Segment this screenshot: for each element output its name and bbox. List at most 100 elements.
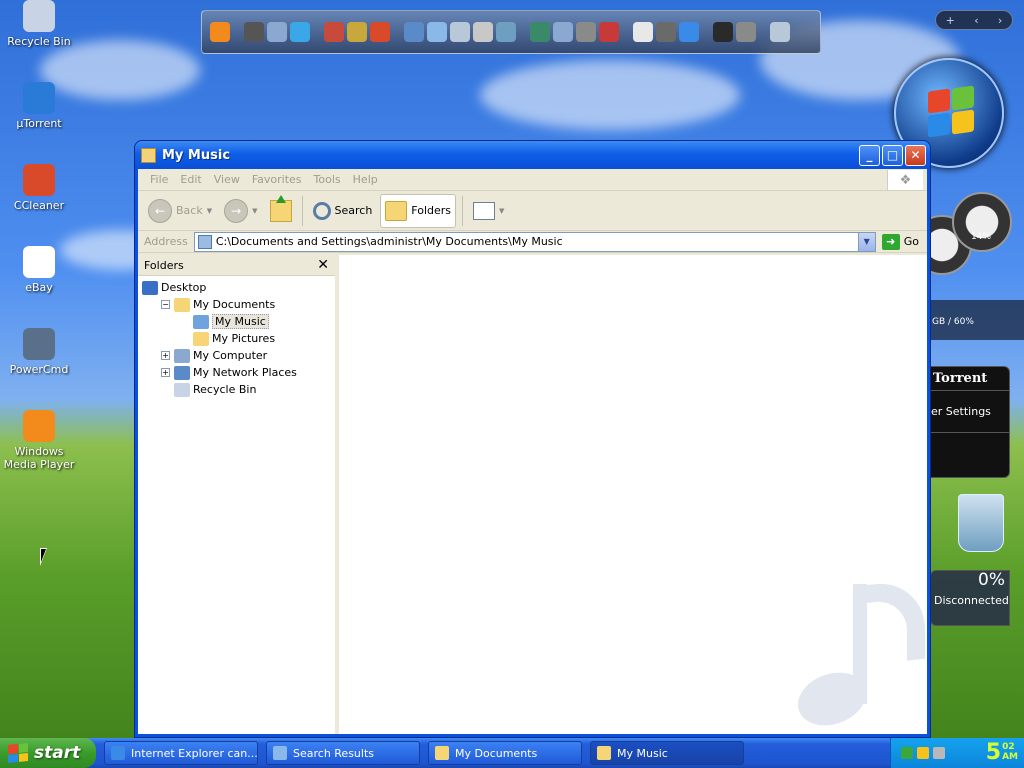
tree-item-label: My Network Places [193,366,297,379]
folders-button[interactable]: Folders [380,193,457,228]
tree-item[interactable]: + My Network Places [138,364,335,381]
volume-tray-icon[interactable] [917,747,929,759]
dock-app-icon[interactable] [496,22,516,42]
dock-app-icon[interactable] [473,22,493,42]
dock-app-icon[interactable] [347,22,367,42]
title-bar[interactable]: My Music _ □ ✕ [135,141,930,169]
views-icon [473,201,496,220]
sidebar-prev-button[interactable]: ‹ [974,14,978,27]
dock-app-icon[interactable] [404,22,424,42]
close-icon[interactable]: ✕ [317,257,329,273]
views-button[interactable]: ▼ [469,194,508,228]
maximize-button[interactable]: □ [882,144,903,166]
ccleaner-icon [23,164,55,196]
taskbar-button-label: Internet Explorer can... [131,746,258,760]
folder-icon [174,365,190,380]
dock-app-icon[interactable] [530,22,550,42]
dock-app-icon[interactable] [450,22,470,42]
taskbar-app-icon [111,746,125,760]
menu-help[interactable]: Help [347,173,384,186]
desktop-shortcut-label: eBay [25,281,53,294]
back-button[interactable]: ← Back ▼ [144,194,216,228]
chevron-down-icon[interactable]: ▼ [207,207,212,215]
tree-item[interactable]: Desktop [138,279,335,296]
folders-icon [385,200,408,221]
menu-tools[interactable]: Tools [308,173,347,186]
expand-icon[interactable]: + [161,368,170,377]
tree-item[interactable]: + My Computer [138,347,335,364]
dock-app-icon[interactable] [427,22,447,42]
desktop-shortcut[interactable]: Windows Media Player [0,410,78,471]
network-tray-icon[interactable] [901,747,913,759]
dock-app-icon[interactable] [633,22,653,42]
desktop-shortcut[interactable]: PowerCmd [0,328,78,376]
tools-tray-icon[interactable] [933,747,945,759]
file-list-pane[interactable] [339,255,927,734]
dock-app-icon[interactable] [599,22,619,42]
gauge-percent: 14% [971,232,992,242]
dock-app-icon[interactable] [713,22,733,42]
utorrent-settings-item[interactable]: er Settings [931,391,1009,433]
sidebar-add-button[interactable]: + [946,14,955,27]
dock-app-icon[interactable] [244,22,264,42]
search-button[interactable]: Search [309,194,377,228]
tree-item[interactable]: My Pictures [138,330,335,347]
taskbar-button[interactable]: My Documents [428,741,582,765]
dock-app-icon[interactable] [290,22,310,42]
dock-app-icon[interactable] [576,22,596,42]
search-icon [312,201,331,220]
toolbar-separator [301,195,303,226]
address-bar: Address C:\Documents and Settings\admini… [138,231,927,253]
tree-item[interactable]: My Music [138,313,335,330]
up-button[interactable] [266,194,296,228]
dock-app-icon[interactable] [679,22,699,42]
menu-favorites[interactable]: Favorites [246,173,308,186]
menu-edit[interactable]: Edit [174,173,207,186]
recycle-bin-icon [23,0,55,32]
desktop-shortcut[interactable]: Recycle Bin [0,0,78,48]
dock-app-icon[interactable] [553,22,573,42]
taskbar-button[interactable]: Search Results [266,741,420,765]
network-gadget: 0% Disconnected [930,570,1010,626]
folder-music-icon [141,147,156,163]
go-button[interactable]: ➜ Go [880,233,927,250]
chevron-down-icon[interactable]: ▼ [252,207,257,215]
minimize-button[interactable]: _ [859,144,880,166]
expand-icon[interactable]: + [161,351,170,360]
menu-file[interactable]: File [144,173,174,186]
chevron-down-icon[interactable]: ▼ [857,232,875,251]
dock-app-icon[interactable] [770,22,790,42]
toolbar: ← Back ▼ → ▼ Search Folders ▼ [138,191,927,231]
back-arrow-icon: ← [148,198,172,223]
toolbar-separator [462,195,464,226]
dock-app-icon[interactable] [324,22,344,42]
tree-item[interactable]: Recycle Bin [138,381,335,398]
forward-button[interactable]: → ▼ [220,194,261,228]
collapse-icon[interactable]: − [161,300,170,309]
desktop-shortcut[interactable]: µTorrent [0,82,78,130]
dock-app-icon[interactable] [370,22,390,42]
address-input[interactable]: C:\Documents and Settings\administr\My D… [193,231,876,252]
folders-label: Folders [411,204,452,217]
sidebar-next-button[interactable]: › [998,14,1002,27]
dock-app-icon[interactable] [736,22,756,42]
tree-item[interactable]: − My Documents [138,296,335,313]
taskbar-button[interactable]: Internet Explorer can... [104,741,258,765]
recycle-bin-gadget-icon[interactable] [958,494,1004,552]
ebay-icon [23,246,55,278]
menu-view[interactable]: View [208,173,246,186]
desktop-shortcut-label: Windows Media Player [3,445,75,471]
clock[interactable]: 5 02 AM [986,742,1018,764]
dock-app-icon[interactable] [210,22,230,42]
dock-app-icon[interactable] [267,22,287,42]
desktop-shortcut[interactable]: eBay [0,246,78,294]
menu-bar: File Edit View Favorites Tools Help ❖ [138,169,927,191]
taskbar-button[interactable]: My Music [590,741,744,765]
close-button[interactable]: ✕ [905,144,926,166]
desktop-shortcut-label: PowerCmd [9,363,69,376]
desktop-shortcut[interactable]: CCleaner [0,164,78,212]
dock-app-icon[interactable] [656,22,676,42]
taskbar-app-icon [435,746,449,760]
taskbar: start Internet Explorer can... Search Res… [0,738,1024,768]
start-button[interactable]: start [0,738,96,768]
